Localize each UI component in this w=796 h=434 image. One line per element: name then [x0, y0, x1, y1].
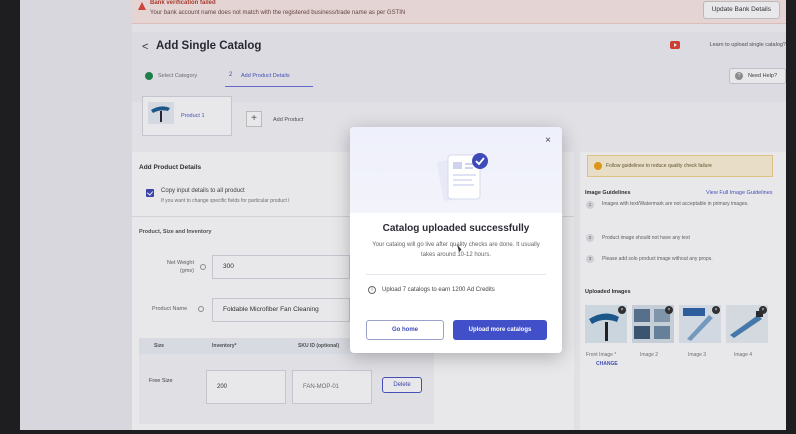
upload-more-catalogs-button[interactable]: Upload more catalogs — [453, 320, 547, 340]
info-icon: i — [368, 286, 376, 294]
modal-subtitle: Your catalog will go live after quality … — [372, 242, 540, 258]
go-home-button[interactable]: Go home — [366, 320, 444, 340]
modal-title: Catalog uploaded successfully — [382, 223, 530, 234]
modal-divider — [366, 274, 546, 275]
catalog-success-illustration — [437, 153, 488, 201]
close-icon[interactable]: × — [545, 136, 551, 146]
ad-credits-hint: Upload 7 catalogs to earn 1200 Ad Credit… — [382, 287, 495, 293]
upload-success-modal: × Catalog uploaded successfully Your cat… — [350, 127, 562, 353]
